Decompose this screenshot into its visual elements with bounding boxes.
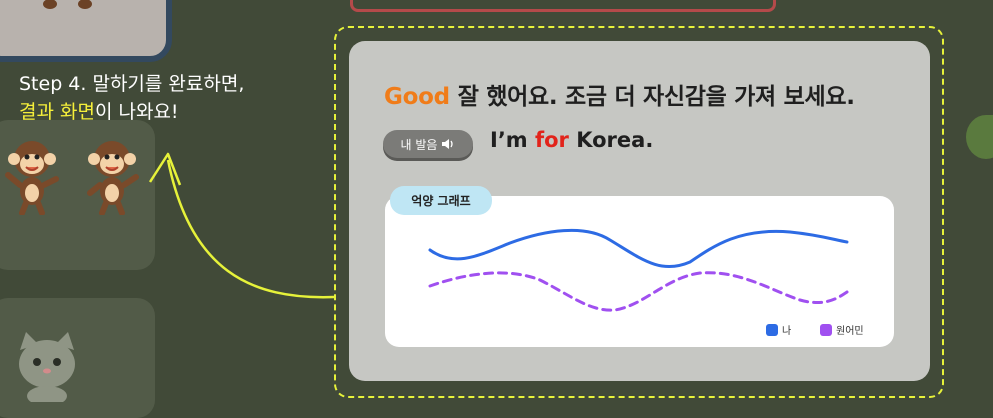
- legend-label-native: 원어민: [836, 326, 864, 337]
- legend-item-native: 원어민: [820, 322, 864, 337]
- native-intonation-line: [428, 271, 849, 312]
- legend-label-me: 나: [782, 326, 792, 337]
- legend-swatch-native: [820, 323, 832, 336]
- intonation-graph: [428, 228, 849, 312]
- my-intonation-line: [428, 228, 849, 268]
- legend-swatch-me: [766, 323, 778, 336]
- legend-item-me: 나: [766, 322, 791, 337]
